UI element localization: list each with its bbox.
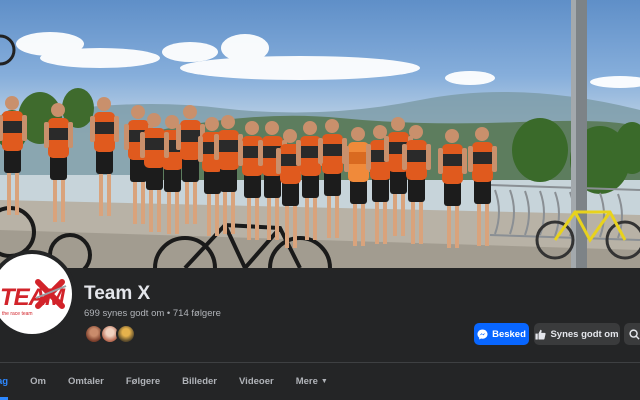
- avatar-logo-x: [35, 279, 67, 309]
- page-tabs: ag Om Omtaler Følgere Billeder Videoer M…: [0, 363, 339, 400]
- search-icon: [629, 328, 640, 340]
- tab-videos[interactable]: Videoer: [228, 363, 285, 400]
- like-button[interactable]: Synes godt om: [534, 323, 620, 345]
- friend-avatars[interactable]: [84, 324, 136, 346]
- thumbs-up-icon: [535, 329, 547, 340]
- chevron-down-icon: ▼: [320, 378, 328, 385]
- cover-photo[interactable]: [0, 0, 640, 270]
- friend-avatar[interactable]: [116, 324, 136, 344]
- message-button-label: Besked: [492, 328, 526, 340]
- page-stats: 699 synes godt om • 714 følgere: [84, 308, 221, 319]
- likes-count[interactable]: 699 synes godt om: [84, 308, 164, 319]
- tab-photos[interactable]: Billeder: [171, 363, 228, 400]
- cover-photo-scene: [0, 0, 640, 270]
- message-button[interactable]: Besked: [474, 323, 529, 345]
- facebook-page: TEAM the race team Team X 699 synes godt…: [0, 0, 640, 400]
- tab-photos-label: Billeder: [182, 376, 218, 387]
- tab-more-label: Mere: [295, 376, 318, 387]
- tab-about-label: Om: [30, 376, 46, 387]
- tab-reviews[interactable]: Omtaler: [57, 363, 115, 400]
- like-button-label: Synes godt om: [550, 328, 619, 340]
- tab-more[interactable]: Mere ▼: [285, 363, 339, 400]
- stats-separator: •: [166, 308, 171, 319]
- followers-count[interactable]: 714 følgere: [173, 308, 221, 319]
- tab-posts-label: ag: [0, 376, 9, 387]
- page-title: Team X: [84, 283, 151, 304]
- tab-reviews-label: Omtaler: [67, 376, 104, 387]
- messenger-icon: [477, 328, 488, 340]
- tab-videos-label: Videoer: [239, 376, 274, 387]
- tab-posts[interactable]: ag: [0, 363, 19, 400]
- tab-followers[interactable]: Følgere: [115, 363, 171, 400]
- search-button[interactable]: [624, 323, 640, 345]
- tab-followers-label: Følgere: [125, 376, 161, 387]
- tab-about[interactable]: Om: [19, 363, 57, 400]
- clouds: [16, 32, 640, 88]
- avatar-logo-sub: the race team: [2, 311, 33, 317]
